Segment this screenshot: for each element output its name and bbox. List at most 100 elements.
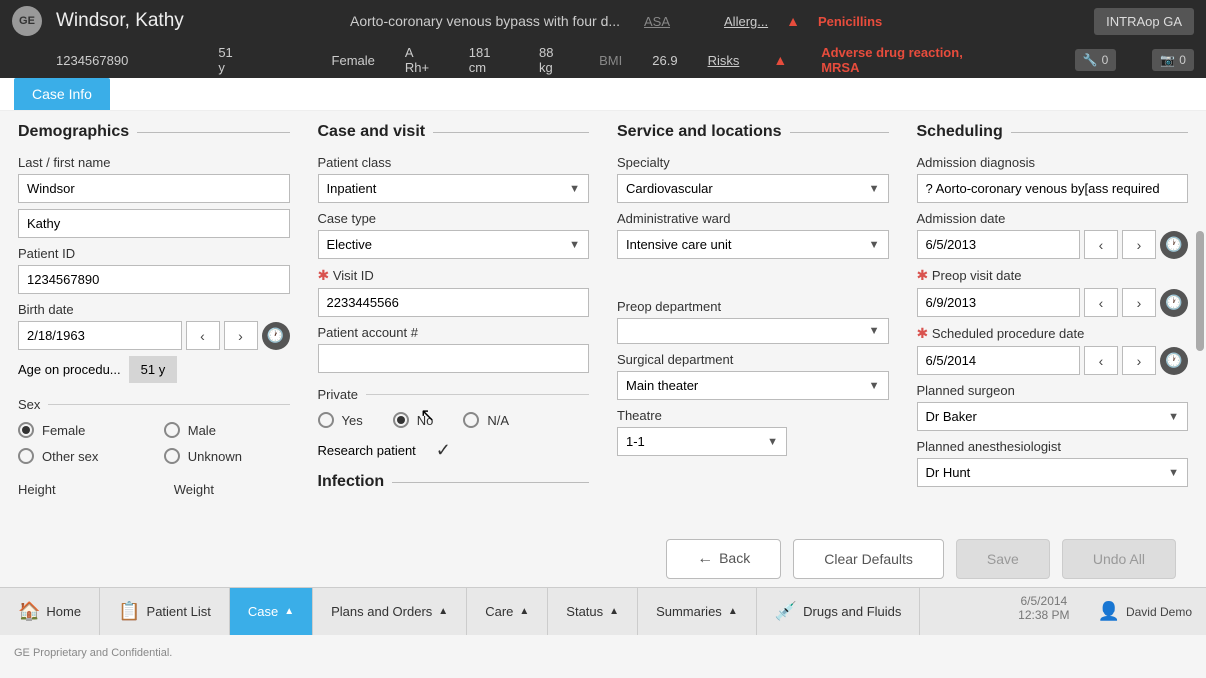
research-patient-label: Research patient <box>318 443 416 458</box>
camera-badge[interactable]: 📷 0 <box>1152 49 1194 71</box>
admission-dx-input[interactable] <box>917 174 1189 203</box>
patient-header: GE Windsor, Kathy Aorto-coronary venous … <box>0 0 1206 78</box>
chevron-up-icon: ▲ <box>609 606 619 617</box>
sex-radio-female[interactable]: Female <box>18 422 144 438</box>
preop-dept-select[interactable]: ▼ <box>617 318 889 344</box>
nav-care[interactable]: Care ▲ <box>467 588 548 635</box>
risks-link[interactable]: Risks <box>708 53 740 68</box>
sex-radio-unknown[interactable]: Unknown <box>164 448 290 464</box>
user-icon: 👤 <box>1098 601 1120 622</box>
section-title: Case and visit <box>318 123 426 141</box>
preop-visit-date-label: ✱ Preop visit date <box>917 267 1189 284</box>
nav-plans-orders[interactable]: Plans and Orders ▲ <box>313 588 467 635</box>
ge-logo-icon: GE <box>12 6 42 36</box>
age-on-procedure-label: Age on procedu... <box>18 362 121 377</box>
date-next-button[interactable]: › <box>1122 288 1156 317</box>
admission-date-label: Admission date <box>917 211 1189 226</box>
patient-class-label: Patient class <box>318 155 590 170</box>
demographics-section: Demographics Last / first name Patient I… <box>18 123 290 531</box>
list-icon: 📋 <box>118 601 140 622</box>
nav-case[interactable]: Case ▲ <box>230 588 313 635</box>
weight-value: 88 kg <box>539 45 569 75</box>
clock-icon[interactable]: 🕐 <box>1160 347 1188 375</box>
chevron-down-icon: ▼ <box>1168 467 1179 479</box>
theatre-select[interactable]: 1-1▼ <box>617 427 787 456</box>
clock-icon[interactable]: 🕐 <box>1160 231 1188 259</box>
specialty-select[interactable]: Cardiovascular▼ <box>617 174 889 203</box>
scheduled-procedure-date-label: ✱ Scheduled procedure date <box>917 325 1189 342</box>
clock-icon[interactable]: 🕐 <box>262 322 290 350</box>
bmi-label: BMI <box>599 53 622 68</box>
chevron-down-icon: ▼ <box>869 380 880 392</box>
bmi-value: 26.9 <box>652 53 677 68</box>
case-type-select[interactable]: Elective▼ <box>318 230 590 259</box>
birth-date-input[interactable] <box>18 321 182 350</box>
nav-home[interactable]: 🏠Home <box>0 588 100 635</box>
scheduled-procedure-date-input[interactable] <box>917 346 1081 375</box>
date-next-button[interactable]: › <box>1122 346 1156 375</box>
nav-patient-list[interactable]: 📋Patient List <box>100 588 230 635</box>
back-button[interactable]: ←Back <box>666 539 781 579</box>
visit-id-input[interactable] <box>318 288 590 317</box>
admission-dx-label: Admission diagnosis <box>917 155 1189 170</box>
scrollbar[interactable] <box>1196 231 1204 351</box>
service-locations-section: Service and locations Specialty Cardiova… <box>617 123 889 531</box>
preop-visit-date-input[interactable] <box>917 288 1081 317</box>
chevron-up-icon: ▲ <box>284 606 294 617</box>
blood-value: A Rh+ <box>405 45 439 75</box>
private-radio-yes[interactable]: Yes <box>318 412 363 428</box>
patient-id-input[interactable] <box>18 265 290 294</box>
first-name-input[interactable] <box>18 209 290 238</box>
admission-date-input[interactable] <box>917 230 1081 259</box>
date-next-button[interactable]: › <box>1122 230 1156 259</box>
planned-anes-select[interactable]: Dr Hunt▼ <box>917 458 1189 487</box>
nav-datetime: 6/5/201412:38 PM <box>1004 588 1083 635</box>
date-next-button[interactable]: › <box>224 321 258 350</box>
scheduling-section: Scheduling Admission diagnosis Admission… <box>917 123 1189 531</box>
nav-status[interactable]: Status ▲ <box>548 588 638 635</box>
clock-icon[interactable]: 🕐 <box>1160 289 1188 317</box>
height-label: Height <box>18 482 134 497</box>
surgical-dept-select[interactable]: Main theater▼ <box>617 371 889 400</box>
date-prev-button[interactable]: ‹ <box>186 321 220 350</box>
nav-summaries[interactable]: Summaries ▲ <box>638 588 757 635</box>
tab-case-info[interactable]: Case Info <box>14 78 110 110</box>
save-button[interactable]: Save <box>956 539 1050 579</box>
chevron-down-icon: ▼ <box>869 239 880 251</box>
private-radio-na[interactable]: N/A <box>463 412 509 428</box>
age-on-procedure-value: 51 y <box>129 356 178 383</box>
tab-bar: Case Info <box>0 78 1206 111</box>
patient-account-label: Patient account # <box>318 325 590 340</box>
research-patient-checkbox[interactable]: ✓ <box>436 440 451 461</box>
date-prev-button[interactable]: ‹ <box>1084 230 1118 259</box>
nav-drugs-fluids[interactable]: 💉Drugs and Fluids <box>757 588 921 635</box>
risks-warning: Adverse drug reaction, MRSA <box>821 45 995 75</box>
chevron-down-icon: ▼ <box>767 436 778 448</box>
allergies-link[interactable]: Allerg... <box>724 14 768 29</box>
clear-defaults-button[interactable]: Clear Defaults <box>793 539 944 579</box>
sex-radio-other[interactable]: Other sex <box>18 448 144 464</box>
action-bar: ←Back Clear Defaults Save Undo All <box>0 531 1206 587</box>
admin-ward-select[interactable]: Intensive care unit▼ <box>617 230 889 259</box>
bottom-nav: 🏠Home 📋Patient List Case ▲ Plans and Ord… <box>0 587 1206 635</box>
nav-user[interactable]: 👤David Demo <box>1084 588 1206 635</box>
chevron-down-icon: ▼ <box>869 325 880 337</box>
infection-title: Infection <box>318 473 385 491</box>
patient-class-select[interactable]: Inpatient▼ <box>318 174 590 203</box>
date-prev-button[interactable]: ‹ <box>1084 346 1118 375</box>
weight-label: Weight <box>174 482 290 497</box>
asa-link[interactable]: ASA <box>644 14 670 29</box>
name-label: Last / first name <box>18 155 290 170</box>
patient-account-input[interactable] <box>318 344 590 373</box>
chevron-down-icon: ▼ <box>869 183 880 195</box>
last-name-input[interactable] <box>18 174 290 203</box>
sex-radio-male[interactable]: Male <box>164 422 290 438</box>
planned-surgeon-select[interactable]: Dr Baker▼ <box>917 402 1189 431</box>
undo-all-button[interactable]: Undo All <box>1062 539 1176 579</box>
wrench-badge[interactable]: 🔧 0 <box>1075 49 1117 71</box>
intraop-button[interactable]: INTRAop GA <box>1094 8 1194 35</box>
date-prev-button[interactable]: ‹ <box>1084 288 1118 317</box>
warning-icon: ▲ <box>786 13 800 29</box>
private-radio-no[interactable]: No <box>393 412 434 428</box>
case-type-label: Case type <box>318 211 590 226</box>
